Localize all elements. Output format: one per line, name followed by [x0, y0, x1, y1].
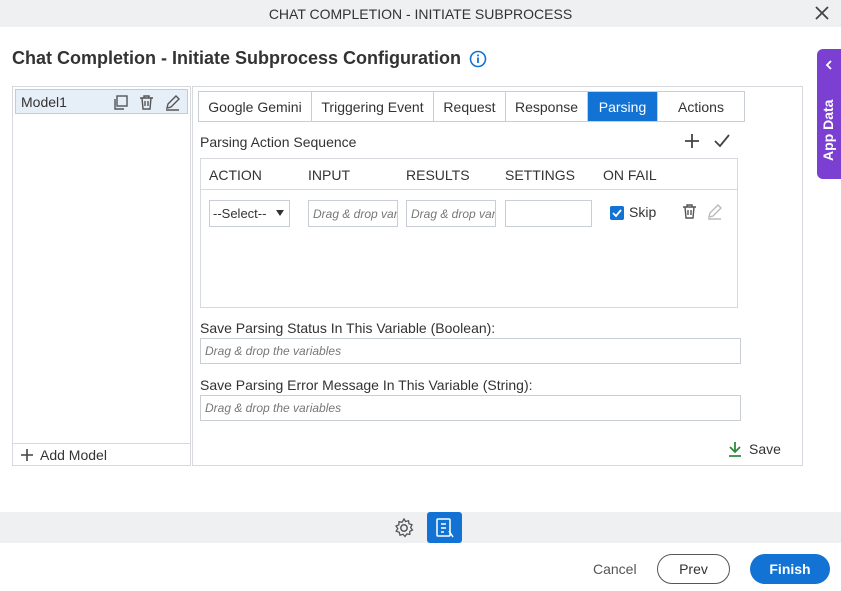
input-drop-field[interactable]: Drag & drop variables	[308, 200, 398, 227]
info-icon[interactable]	[469, 50, 487, 68]
delete-icon[interactable]	[681, 203, 698, 220]
error-variable-placeholder: Drag & drop the variables	[205, 401, 342, 415]
parsing-actions-grid: ACTION INPUT RESULTS SETTINGS ON FAIL --…	[200, 158, 738, 308]
column-header: INPUT	[308, 167, 350, 183]
error-variable-label: Save Parsing Error Message In This Varia…	[200, 377, 533, 393]
configuration-panel: Google Gemini Triggering Event Request R…	[192, 86, 803, 466]
skip-label: Skip	[629, 204, 657, 220]
save-button[interactable]: Save	[727, 441, 781, 457]
tab-label: Google Gemini	[208, 98, 302, 115]
results-drop-field[interactable]: Drag & drop variables	[406, 200, 496, 227]
status-variable-placeholder: Drag & drop the variables	[205, 344, 342, 358]
model-item[interactable]: Model1	[15, 89, 188, 114]
model-list-panel: Model1 Add Model	[12, 86, 191, 466]
status-variable-label: Save Parsing Status In This Variable (Bo…	[200, 320, 496, 336]
parsing-section-title: Parsing Action Sequence	[200, 134, 357, 150]
column-header: RESULTS	[406, 167, 470, 183]
error-variable-field[interactable]: Drag & drop the variables	[200, 395, 741, 421]
variables-icon	[435, 517, 454, 537]
edit-icon	[708, 204, 722, 220]
input-drop-placeholder: Drag & drop variables	[313, 206, 398, 221]
close-icon[interactable]	[813, 4, 831, 22]
prev-label: Prev	[679, 561, 708, 577]
row-actions	[681, 203, 723, 220]
sequence-actions	[682, 131, 732, 151]
tab-label: Triggering Event	[321, 98, 424, 115]
action-select-value: --Select--	[213, 206, 267, 221]
tab-label: Response	[514, 98, 579, 115]
model-item-label: Model1	[21, 93, 67, 110]
tab-google-gemini[interactable]: Google Gemini	[199, 92, 312, 121]
action-select[interactable]: --Select--	[209, 200, 290, 227]
page-title: Chat Completion - Initiate Subprocess Co…	[12, 48, 462, 68]
tab-response[interactable]: Response	[506, 92, 588, 121]
app-data-tab[interactable]: App Data	[817, 49, 841, 179]
gear-icon[interactable]	[393, 517, 415, 539]
add-icon[interactable]	[682, 131, 702, 151]
cancel-button[interactable]: Cancel	[593, 561, 637, 577]
download-icon	[729, 442, 741, 457]
prev-button[interactable]: Prev	[657, 554, 730, 584]
edit-icon[interactable]	[164, 94, 181, 111]
finish-button[interactable]: Finish	[750, 554, 830, 584]
dialog-titlebar: CHAT COMPLETION - INITIATE SUBPROCESS	[0, 0, 841, 27]
tab-label: Actions	[678, 98, 724, 115]
variables-button[interactable]	[427, 512, 462, 543]
tab-actions[interactable]: Actions	[658, 92, 744, 121]
dialog-title: CHAT COMPLETION - INITIATE SUBPROCESS	[268, 5, 573, 22]
column-header: ON FAIL	[603, 167, 657, 183]
dropdown-arrow-icon	[276, 210, 284, 216]
checkmark-icon[interactable]	[712, 131, 732, 151]
tab-request[interactable]: Request	[434, 92, 506, 121]
results-drop-placeholder: Drag & drop variables	[411, 206, 496, 221]
tab-triggering-event[interactable]: Triggering Event	[312, 92, 434, 121]
skip-checkbox[interactable]	[610, 206, 624, 220]
app-data-label: App Data	[820, 99, 836, 161]
plus-icon	[21, 448, 33, 461]
tab-label: Parsing	[598, 98, 647, 115]
column-header: SETTINGS	[505, 167, 576, 183]
tab-bar: Google Gemini Triggering Event Request R…	[198, 91, 745, 122]
finish-label: Finish	[769, 561, 811, 577]
tab-parsing[interactable]: Parsing	[588, 92, 658, 121]
add-model-button[interactable]: Add Model	[13, 443, 190, 465]
bottom-toolstrip	[0, 512, 841, 543]
settings-field[interactable]	[505, 200, 592, 227]
save-label: Save	[749, 441, 781, 457]
copy-icon[interactable]	[112, 94, 129, 111]
status-variable-field[interactable]: Drag & drop the variables	[200, 338, 741, 364]
chevron-left-icon	[825, 60, 832, 70]
page-heading: Chat Completion - Initiate Subprocess Co…	[12, 48, 487, 69]
column-header: ACTION	[209, 167, 262, 183]
delete-icon[interactable]	[138, 94, 155, 111]
grid-header: ACTION INPUT RESULTS SETTINGS ON FAIL	[201, 159, 737, 190]
add-model-label: Add Model	[40, 446, 107, 463]
tab-label: Request	[443, 98, 496, 115]
